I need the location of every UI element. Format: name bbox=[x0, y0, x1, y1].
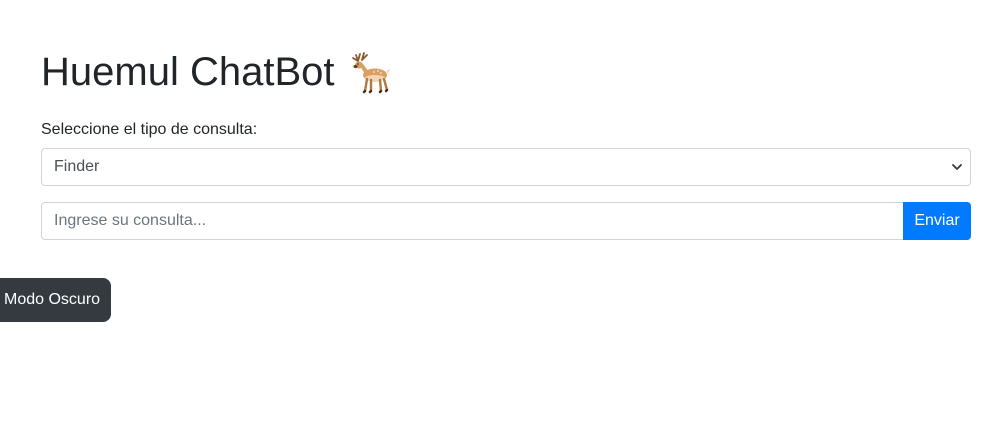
dark-mode-toggle-button[interactable]: Modo Oscuro bbox=[0, 278, 111, 322]
page-title: Huemul ChatBot bbox=[41, 48, 394, 96]
query-type-selected-value: Finder bbox=[54, 158, 100, 175]
query-input-group: Ingrese su consulta... Enviar bbox=[41, 202, 971, 240]
dark-mode-toggle-label: Modo Oscuro bbox=[4, 291, 101, 308]
query-type-select[interactable]: Finder bbox=[41, 148, 971, 186]
chevron-down-icon bbox=[950, 160, 964, 174]
send-button[interactable]: Enviar bbox=[903, 202, 971, 240]
send-button-label: Enviar bbox=[914, 212, 960, 229]
query-input[interactable]: Ingrese su consulta... bbox=[41, 202, 903, 240]
deer-icon bbox=[348, 49, 394, 95]
page-title-text: Huemul ChatBot bbox=[41, 50, 335, 94]
query-type-label: Seleccione el tipo de consulta: bbox=[41, 121, 258, 138]
query-input-placeholder: Ingrese su consulta... bbox=[54, 212, 207, 229]
